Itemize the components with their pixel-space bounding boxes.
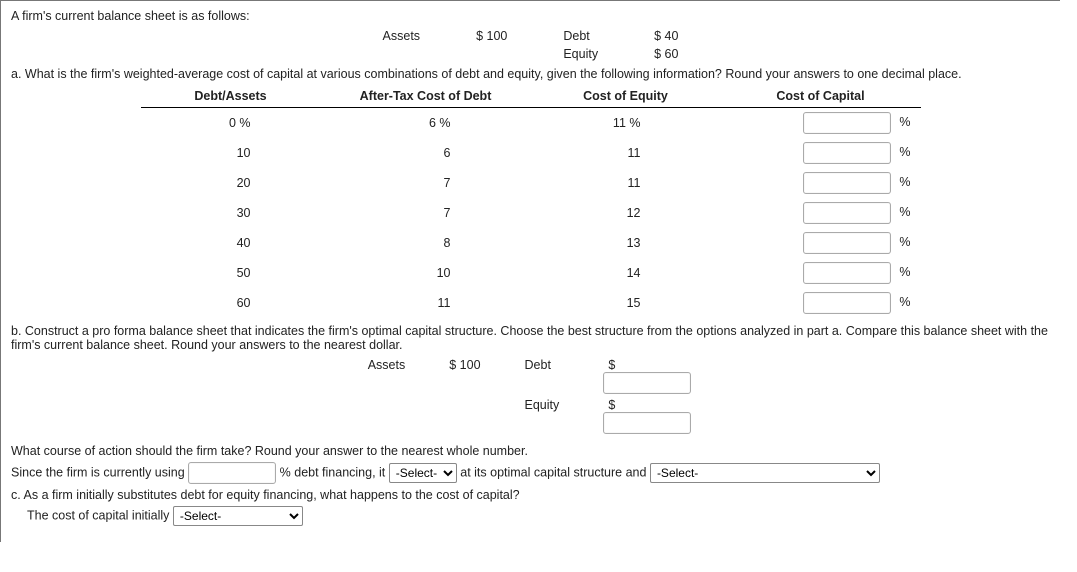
assets-label: Assets: [355, 27, 449, 45]
cell-cost-equity: 11: [531, 168, 721, 198]
cell-cost-equity: 15: [531, 288, 721, 318]
part-b-question: b. Construct a pro forma balance sheet t…: [11, 324, 1050, 352]
sentence-pre: The cost of capital initially: [27, 508, 169, 522]
problem-container: A firm's current balance sheet is as fol…: [0, 0, 1060, 542]
debt-percent-input[interactable]: [188, 462, 276, 484]
cell-cost-equity: 12: [531, 198, 721, 228]
select-cost-capital[interactable]: -Select-: [173, 506, 303, 526]
cell-debt-assets: 50: [141, 258, 321, 288]
cell-debt-assets: 0 %: [141, 108, 321, 139]
cell-cost-debt: 7: [321, 168, 531, 198]
equity-value: $ 60: [626, 45, 706, 63]
cell-cost-equity: 14: [531, 258, 721, 288]
cell-cost-debt: 8: [321, 228, 531, 258]
wacc-table: Debt/Assets After-Tax Cost of Debt Cost …: [141, 85, 921, 318]
select-action-1[interactable]: -Select-: [389, 463, 457, 483]
select-action-2[interactable]: -Select-: [650, 463, 880, 483]
cell-cost-equity: 11: [531, 138, 721, 168]
cost-capital-input-4[interactable]: [803, 232, 891, 254]
percent-label: %: [899, 205, 910, 219]
cell-debt-assets: 20: [141, 168, 321, 198]
part-c-question: c. As a firm initially substitutes debt …: [11, 488, 1050, 502]
table-row: 40 8 13 %: [141, 228, 921, 258]
cell-cost-debt: 6: [321, 138, 531, 168]
debt-label: Debt: [535, 27, 626, 45]
cell-debt-assets: 40: [141, 228, 321, 258]
header-after-tax-cost-debt: After-Tax Cost of Debt: [321, 85, 531, 108]
cost-capital-input-3[interactable]: [803, 202, 891, 224]
debt-input[interactable]: [603, 372, 691, 394]
sentence-post: at its optimal capital structure and: [460, 465, 646, 479]
cell-debt-assets: 10: [141, 138, 321, 168]
cost-capital-input-1[interactable]: [803, 142, 891, 164]
percent-label: %: [899, 145, 910, 159]
equity-label: Equity: [503, 396, 582, 436]
sentence-pre: Since the firm is currently using: [11, 465, 185, 479]
cost-capital-input-0[interactable]: [803, 112, 891, 134]
cell-cost-debt: 7: [321, 198, 531, 228]
current-balance-sheet: Assets $ 100 Debt $ 40 Equity $ 60: [355, 27, 707, 63]
percent-label: %: [899, 235, 910, 249]
header-cost-capital: Cost of Capital: [721, 85, 921, 108]
intro-text: A firm's current balance sheet is as fol…: [11, 9, 1050, 23]
assets-value: $ 100: [427, 356, 502, 396]
table-row: 10 6 11 %: [141, 138, 921, 168]
cell-cost-equity: 11 %: [531, 108, 721, 139]
cell-cost-equity: 13: [531, 228, 721, 258]
cell-cost-debt: 6 %: [321, 108, 531, 139]
equity-input[interactable]: [603, 412, 691, 434]
part-a-question: a. What is the firm's weighted-average c…: [11, 67, 1050, 81]
percent-label: %: [899, 115, 910, 129]
debt-label: Debt: [503, 356, 582, 396]
table-row: 0 % 6 % 11 % %: [141, 108, 921, 139]
cell-debt-assets: 30: [141, 198, 321, 228]
part-b-followup: What course of action should the firm ta…: [11, 444, 1050, 458]
debt-value: $ 40: [626, 27, 706, 45]
part-c-sentence: The cost of capital initially -Select-: [27, 506, 1050, 526]
header-debt-assets: Debt/Assets: [141, 85, 321, 108]
cost-capital-input-6[interactable]: [803, 292, 891, 314]
cost-capital-input-2[interactable]: [803, 172, 891, 194]
cost-capital-input-5[interactable]: [803, 262, 891, 284]
cell-cost-debt: 11: [321, 288, 531, 318]
header-cost-equity: Cost of Equity: [531, 85, 721, 108]
dollar-sign: $: [603, 358, 615, 372]
equity-label: Equity: [535, 45, 626, 63]
assets-label: Assets: [346, 356, 428, 396]
cell-debt-assets: 60: [141, 288, 321, 318]
table-row: 60 11 15 %: [141, 288, 921, 318]
percent-label: %: [899, 175, 910, 189]
assets-value: $ 100: [448, 27, 535, 45]
percent-label: %: [899, 295, 910, 309]
table-row: 50 10 14 %: [141, 258, 921, 288]
part-b-sentence: Since the firm is currently using % debt…: [11, 462, 1050, 484]
dollar-sign: $: [603, 398, 615, 412]
sentence-mid: % debt financing, it: [280, 465, 386, 479]
cell-cost-debt: 10: [321, 258, 531, 288]
percent-label: %: [899, 265, 910, 279]
table-row: 20 7 11 %: [141, 168, 921, 198]
table-row: 30 7 12 %: [141, 198, 921, 228]
proforma-balance-sheet: Assets $ 100 Debt $ Equity $: [346, 356, 716, 436]
